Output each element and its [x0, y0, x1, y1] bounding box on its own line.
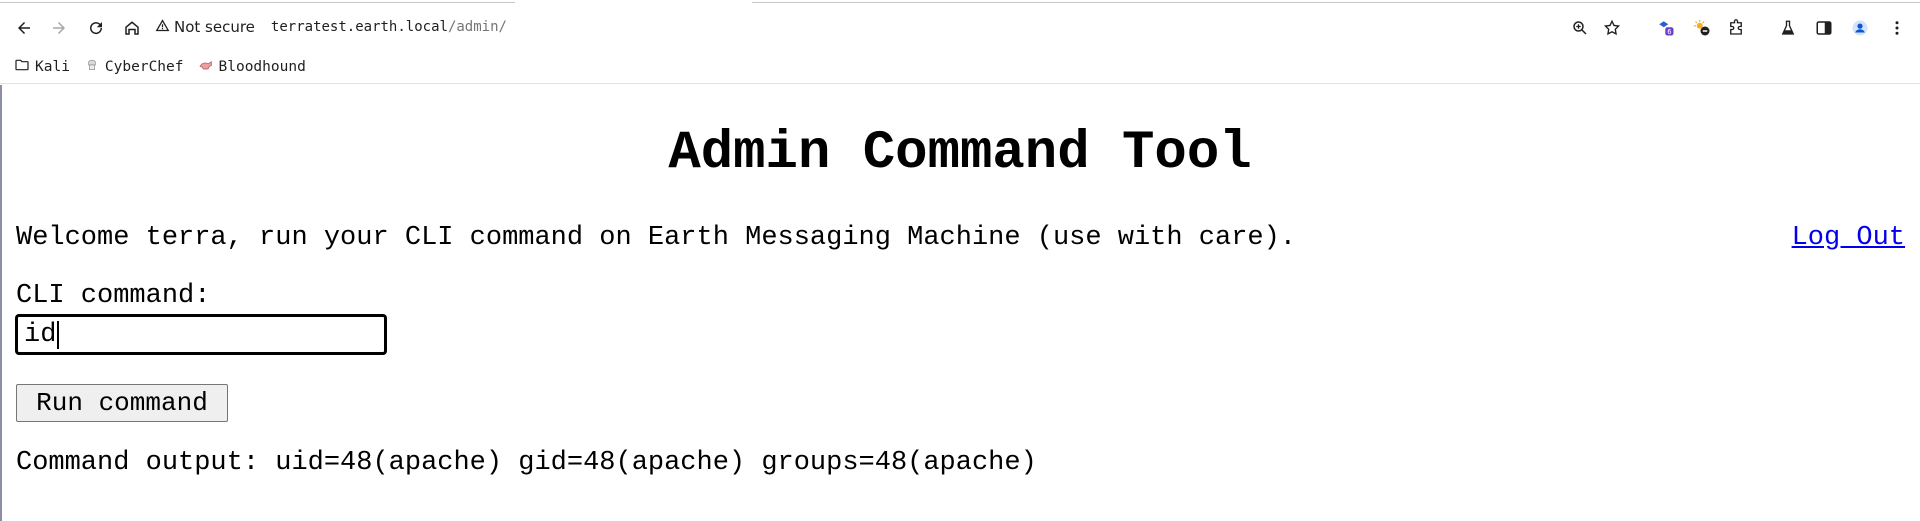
extension-badge-count: 6 [1667, 28, 1671, 36]
bloodhound-icon [198, 57, 214, 77]
text-caret [57, 320, 60, 349]
page-content: Admin Command Tool Welcome terra, run yo… [0, 85, 1920, 521]
warning-icon [155, 18, 170, 37]
tab-outline [752, 0, 1920, 3]
labs-flask-icon[interactable] [1774, 14, 1802, 42]
extensions-puzzle-icon[interactable] [1722, 14, 1750, 42]
bookmark-cyberchef[interactable]: CyberChef [84, 57, 184, 77]
side-panel-icon[interactable] [1810, 14, 1838, 42]
bookmark-label: Bloodhound [218, 58, 306, 75]
run-command-button[interactable]: Run command [16, 384, 228, 422]
logout-link[interactable]: Log Out [1792, 220, 1905, 256]
zoom-icon[interactable] [1566, 14, 1594, 42]
bookmarks-bar: Kali CyberChef Bloodhound [0, 50, 1920, 84]
cli-command-input[interactable]: id [15, 314, 387, 355]
cyberchef-icon [84, 57, 100, 77]
tab-outline [0, 0, 515, 3]
browser-menu-icon[interactable] [1883, 14, 1911, 42]
bookmark-star-icon[interactable] [1598, 14, 1626, 42]
extension-sun-icon[interactable] [1688, 14, 1716, 42]
cli-command-value: id [24, 319, 57, 350]
url-text[interactable]: terratest.earth.local/admin/ [271, 19, 507, 35]
bookmark-label: Kali [35, 58, 70, 75]
profile-avatar-icon[interactable] [1846, 14, 1874, 42]
welcome-text: Welcome terra, run your CLI command on E… [16, 223, 1297, 253]
home-icon[interactable] [118, 14, 146, 42]
bookmark-label: CyberChef [104, 58, 184, 75]
address-bar[interactable]: Not secure terratest.earth.local/admin/ [155, 10, 507, 44]
command-output: Command output: uid=48(apache) gid=48(ap… [16, 448, 1037, 478]
cli-command-label: CLI command: [16, 281, 211, 311]
bookmark-bloodhound[interactable]: Bloodhound [198, 57, 306, 77]
extension-badge-icon[interactable]: 6 [1652, 14, 1680, 42]
forward-icon[interactable] [45, 14, 73, 42]
browser-toolbar: Not secure terratest.earth.local/admin/ … [0, 4, 1920, 50]
security-label: Not secure [174, 18, 255, 36]
url-host: terratest.earth.local [270, 19, 448, 35]
bookmark-kali[interactable]: Kali [14, 57, 70, 77]
reload-icon[interactable] [82, 14, 110, 42]
page-title: Admin Command Tool [668, 123, 1252, 184]
back-icon[interactable] [10, 14, 38, 42]
security-indicator[interactable]: Not secure [155, 18, 255, 37]
url-path: /admin/ [447, 19, 507, 35]
folder-icon [14, 57, 30, 77]
